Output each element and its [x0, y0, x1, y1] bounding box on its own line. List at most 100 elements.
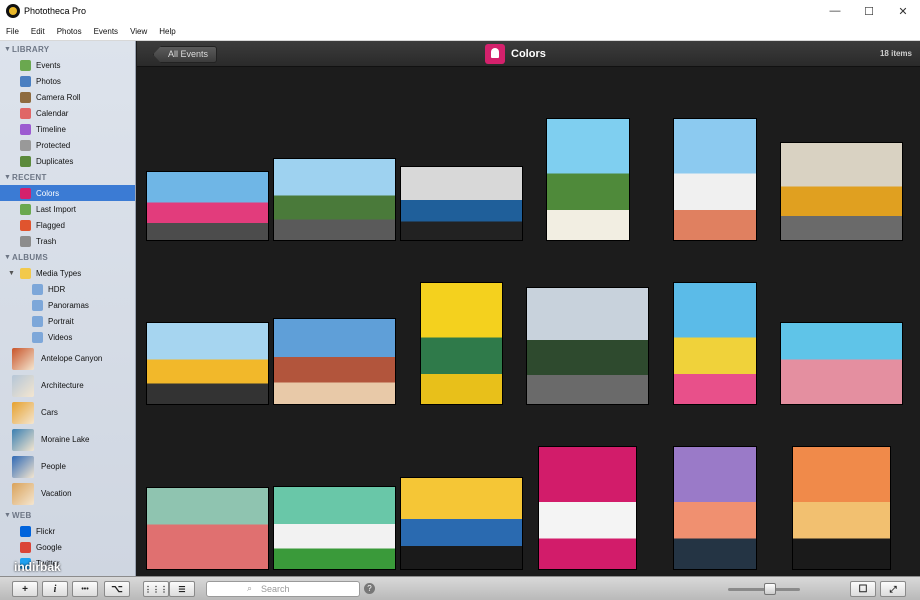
fullscreen-button[interactable]: ⤢ [880, 581, 906, 597]
sidebar-album-vacation[interactable]: Vacation [0, 480, 135, 507]
photo-thumbnail[interactable] [793, 447, 890, 569]
menu-file[interactable]: File [0, 27, 25, 36]
sidebar-item-label: Duplicates [36, 156, 74, 166]
colors-icon [20, 187, 31, 199]
sidebar-item-label: Trash [36, 236, 57, 246]
section-albums[interactable]: ▼ ALBUMS [0, 249, 135, 265]
sidebar-album-antelope-canyon[interactable]: Antelope Canyon [0, 345, 135, 372]
sidebar-album-architecture[interactable]: Architecture [0, 372, 135, 399]
sidebar-item-events[interactable]: Events [0, 57, 135, 73]
sidebar-item-trash[interactable]: Trash [0, 233, 135, 249]
photo-thumbnail[interactable] [781, 143, 902, 240]
search-input[interactable]: ⌕ Search [206, 581, 360, 597]
photo-thumbnail[interactable] [527, 288, 648, 404]
maximize-button[interactable]: ☐ [852, 0, 886, 22]
trash-icon [20, 235, 31, 247]
sidebar-album-people[interactable]: People [0, 453, 135, 480]
photo-thumbnail[interactable] [147, 323, 268, 404]
menu-view[interactable]: View [124, 27, 153, 36]
menu-photos[interactable]: Photos [51, 27, 88, 36]
photo-thumbnail[interactable] [147, 488, 268, 569]
minimize-button[interactable]: — [818, 0, 852, 22]
watermark: indirbak [14, 560, 61, 574]
sidebar-item-label: Videos [48, 332, 73, 342]
folder-icon [20, 267, 31, 279]
section-web-label: WEB [12, 510, 32, 520]
sidebar-item-google[interactable]: Google [0, 539, 135, 555]
sidebar-item-label: Colors [36, 188, 60, 198]
key-button[interactable]: ⌥ [104, 581, 130, 597]
sidebar-item-label: Protected [36, 140, 71, 150]
photo-thumbnail[interactable] [147, 172, 268, 240]
sidebar-item-duplicates[interactable]: Duplicates [0, 153, 135, 169]
sidebar-album-moraine-lake[interactable]: Moraine Lake [0, 426, 135, 453]
events-icon [20, 59, 31, 71]
all-events-back-button[interactable]: All Events [153, 46, 218, 63]
sidebar-item-label: Photos [36, 76, 61, 86]
zoom-slider-knob[interactable] [764, 583, 776, 595]
photo-thumbnail[interactable] [401, 478, 522, 569]
photo-thumbnail[interactable] [274, 159, 395, 240]
photo-thumbnail[interactable] [547, 119, 629, 240]
sidebar-album-label: Cars [41, 408, 58, 417]
photo-thumbnail[interactable] [674, 447, 756, 569]
timeline-icon [20, 123, 31, 135]
camera-roll-icon [20, 91, 31, 103]
list-view-button[interactable]: ☰ [169, 581, 195, 597]
expand-triangle-icon[interactable]: ▼ [8, 270, 20, 277]
duplicates-icon [20, 155, 31, 167]
menu-edit[interactable]: Edit [25, 27, 51, 36]
sidebar-item-label: Calendar [36, 108, 69, 118]
photo-thumbnail[interactable] [674, 119, 756, 240]
section-recent[interactable]: ▼ RECENT [0, 169, 135, 185]
content-area: All Events Colors 18 items [137, 41, 920, 576]
photo-thumbnail[interactable] [674, 283, 756, 404]
close-button[interactable]: ✕ [886, 0, 920, 22]
photo-grid [137, 67, 920, 576]
sidebar-item-label: Camera Roll [36, 92, 81, 102]
sidebar-album-cars[interactable]: Cars [0, 399, 135, 426]
info-button[interactable]: i [42, 581, 68, 597]
sidebar-item-label: Media Types [36, 268, 82, 278]
menu-help[interactable]: Help [153, 27, 181, 36]
sidebar-item-panoramas[interactable]: Panoramas [0, 297, 135, 313]
photo-thumbnail[interactable] [274, 319, 395, 404]
album-thumbnail [12, 428, 34, 451]
sidebar-item-label: HDR [48, 284, 66, 294]
section-library[interactable]: ▼ LIBRARY [0, 41, 135, 57]
grid-view-button[interactable]: ⋮⋮⋮ [143, 581, 169, 597]
sidebar-item-hdr[interactable]: HDR [0, 281, 135, 297]
sidebar-item-photos[interactable]: Photos [0, 73, 135, 89]
photo-thumbnail[interactable] [421, 283, 502, 404]
photo-thumbnail[interactable] [781, 323, 902, 404]
sidebar-item-protected[interactable]: Protected [0, 137, 135, 153]
item-count: 18 items [879, 49, 912, 58]
zoom-slider[interactable] [728, 583, 800, 595]
sidebar-item-last-import[interactable]: Last Import [0, 201, 135, 217]
menu-bar: File Edit Photos Events View Help [0, 22, 920, 41]
menu-events[interactable]: Events [88, 27, 124, 36]
photo-thumbnail[interactable] [274, 487, 395, 569]
photo-thumbnail[interactable] [539, 447, 636, 569]
sidebar-item-videos[interactable]: Videos [0, 329, 135, 345]
sidebar-item-flickr[interactable]: Flickr [0, 523, 135, 539]
sidebar-item-colors[interactable]: Colors [0, 185, 135, 201]
sidebar-item-label: Panoramas [48, 300, 89, 310]
section-web[interactable]: ▼ WEB [0, 507, 135, 523]
album-thumbnail [12, 482, 34, 505]
help-icon[interactable]: ? [364, 583, 375, 594]
photo-thumbnail[interactable] [401, 167, 522, 240]
single-view-button[interactable]: ☐ [850, 581, 876, 597]
folder-icon [32, 331, 43, 343]
sidebar-item-flagged[interactable]: Flagged [0, 217, 135, 233]
sidebar-item-portrait[interactable]: Portrait [0, 313, 135, 329]
sidebar: ▼ LIBRARY Events Photos Camera Roll Calendar… [0, 41, 136, 576]
sidebar-item-calendar[interactable]: Calendar [0, 105, 135, 121]
add-button[interactable]: + [12, 581, 38, 597]
sidebar-item-label: Events [36, 60, 61, 70]
sidebar-item-label: Flagged [36, 220, 65, 230]
more-button[interactable]: ••• [72, 581, 98, 597]
sidebar-item-timeline[interactable]: Timeline [0, 121, 135, 137]
sidebar-item-media-types[interactable]: ▼ Media Types [0, 265, 135, 281]
sidebar-item-camera-roll[interactable]: Camera Roll [0, 89, 135, 105]
